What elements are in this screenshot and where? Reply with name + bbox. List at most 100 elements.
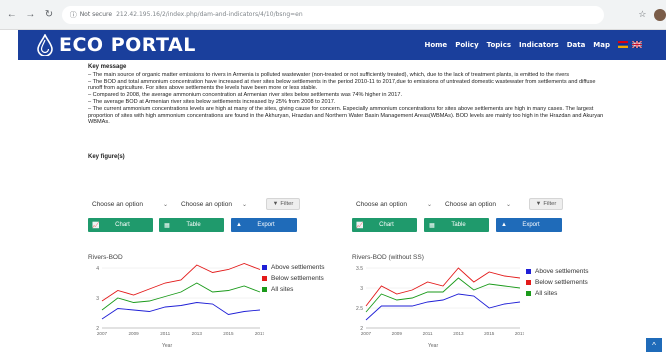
x-tick-label: 2007 <box>361 331 372 336</box>
water-drop-logo-icon <box>37 34 53 56</box>
x-tick-label: 2017 <box>515 331 524 336</box>
site-title: ECO PORTAL <box>59 34 196 56</box>
x-axis-label: Year <box>428 343 439 349</box>
series-line <box>101 302 261 320</box>
table-icon: ▦ <box>164 222 170 229</box>
select-value: Choose an option <box>181 200 232 208</box>
y-tick-label: 3.5 <box>356 266 363 272</box>
y-tick-label: 3 <box>360 286 363 292</box>
chart-button[interactable]: 📈 Chart <box>352 218 417 232</box>
chevron-down-icon: ⌄ <box>505 201 511 208</box>
legend-swatch <box>526 291 531 296</box>
legend-label: Below settlements <box>271 275 324 282</box>
key-message-paragraph: – The BOD and total ammonium concentrati… <box>88 78 596 92</box>
menu-item-policy[interactable]: Policy <box>455 41 478 49</box>
address-bar[interactable]: ⓘ Not secure 212.42.195.16/2/index.php/d… <box>61 5 605 24</box>
filter-button[interactable]: ▼ Filter <box>266 198 300 210</box>
table-button[interactable]: ▦ Table <box>159 218 224 232</box>
x-tick-label: 2015 <box>223 331 234 336</box>
chart-title: Rivers-BOD (without SS) <box>352 254 424 261</box>
export-icon: ▲ <box>501 222 507 228</box>
legend-item[interactable]: Above settlements <box>526 266 588 277</box>
legend-item[interactable]: Below settlements <box>262 273 324 284</box>
key-message-paragraph: – The main source of organic matter emis… <box>88 71 570 78</box>
series-line <box>365 277 521 313</box>
option-select-3[interactable]: Choose an option ⌄ <box>356 197 432 211</box>
select-value: Choose an option <box>445 200 496 208</box>
menu-item-indicators[interactable]: Indicators <box>519 41 559 49</box>
legend-item[interactable]: Above settlements <box>262 262 324 273</box>
info-icon[interactable]: ⓘ <box>70 10 77 20</box>
chart-button[interactable]: 📈 Chart <box>88 218 153 232</box>
browser-toolbar: ← → ↻ ⓘ Not secure 212.42.195.16/2/index… <box>0 0 666 30</box>
back-icon[interactable]: ← <box>5 8 19 22</box>
legend-swatch <box>262 265 267 270</box>
table-button-label: Table <box>186 222 201 228</box>
x-tick-label: 2017 <box>255 331 264 336</box>
url-text[interactable]: 212.42.195.16/2/index.php/dam-and-indica… <box>116 11 303 18</box>
table-button[interactable]: ▦ Table <box>424 218 489 232</box>
key-message-paragraph: – Compared to 2008, the average ammonium… <box>88 92 403 99</box>
menu-item-map[interactable]: Map <box>593 41 610 49</box>
legend-label: Above settlements <box>535 268 589 275</box>
y-tick-label: 2.5 <box>356 306 363 312</box>
export-icon: ▲ <box>236 222 242 228</box>
chart-legend: Above settlements Below settlements All … <box>526 266 588 299</box>
profile-avatar[interactable] <box>654 8 666 21</box>
line-chart-icon: 📈 <box>356 222 364 229</box>
legend-item[interactable]: Below settlements <box>526 277 588 288</box>
export-button[interactable]: ▲ Export <box>496 218 562 232</box>
legend-item[interactable]: All sites <box>262 284 324 295</box>
filter-label: Filter <box>543 201 557 207</box>
bookmark-star-icon[interactable]: ☆ <box>638 9 646 20</box>
y-tick-label: 4 <box>96 266 99 272</box>
filter-icon: ▼ <box>272 201 279 207</box>
x-tick-label: 2013 <box>453 331 464 336</box>
chevron-down-icon: ⌄ <box>426 201 432 208</box>
option-select-1[interactable]: Choose an option ⌄ <box>92 197 168 211</box>
legend-item[interactable]: All sites <box>526 288 588 299</box>
chart-legend: Above settlements Below settlements All … <box>262 262 324 295</box>
legend-swatch <box>526 269 531 274</box>
series-line <box>365 293 521 321</box>
menu-item-data[interactable]: Data <box>567 41 586 49</box>
filter-button[interactable]: ▼ Filter <box>529 198 563 210</box>
legend-label: Below settlements <box>535 279 588 286</box>
option-select-4[interactable]: Choose an option ⌄ <box>445 197 511 211</box>
menu-item-topics[interactable]: Topics <box>487 41 511 49</box>
x-tick-label: 2009 <box>392 331 403 336</box>
y-tick-label: 3 <box>96 296 99 302</box>
export-button[interactable]: ▲ Export <box>231 218 297 232</box>
chevron-down-icon: ⌄ <box>241 201 247 208</box>
x-axis-label: Year <box>162 343 173 349</box>
series-line <box>101 263 261 302</box>
legend-label: All sites <box>271 286 294 293</box>
table-button-label: Table <box>451 222 466 228</box>
site-header: ECO PORTAL Home Policy Topics Indicators… <box>18 30 666 60</box>
key-message-heading: Key message <box>88 64 127 70</box>
key-figures-heading: Key figure(s) <box>88 154 125 160</box>
x-tick-label: 2011 <box>160 331 170 336</box>
filter-icon: ▼ <box>535 201 542 207</box>
x-tick-label: 2011 <box>423 331 433 336</box>
key-message-section: Key message – The main source of organic… <box>88 64 608 126</box>
site-logo[interactable]: ECO PORTAL <box>36 34 196 56</box>
option-select-2[interactable]: Choose an option ⌄ <box>181 197 247 211</box>
export-button-label: Export <box>257 222 275 228</box>
chart-button-label: Chart <box>115 222 130 228</box>
reload-icon[interactable]: ↻ <box>42 8 56 22</box>
uk-flag-icon[interactable] <box>632 41 642 48</box>
legend-label: Above settlements <box>271 264 325 271</box>
security-label: Not secure <box>79 11 113 18</box>
legend-swatch <box>262 287 267 292</box>
menu-item-home[interactable]: Home <box>424 41 447 49</box>
line-chart-icon: 📈 <box>92 222 100 229</box>
armenian-flag-icon[interactable] <box>618 41 628 48</box>
scroll-to-top-button[interactable]: ^ <box>646 338 662 352</box>
export-button-label: Export <box>522 222 540 228</box>
key-message-paragraph: – The current ammonium concentrations le… <box>88 105 604 126</box>
main-menu: Home Policy Topics Indicators Data Map <box>416 30 610 60</box>
bod-without-ss-line-chart: 22.533.52007 2009 2011 2013 2015 2017 <box>356 266 524 336</box>
forward-icon[interactable]: → <box>24 8 38 22</box>
chart-button-label: Chart <box>379 222 394 228</box>
